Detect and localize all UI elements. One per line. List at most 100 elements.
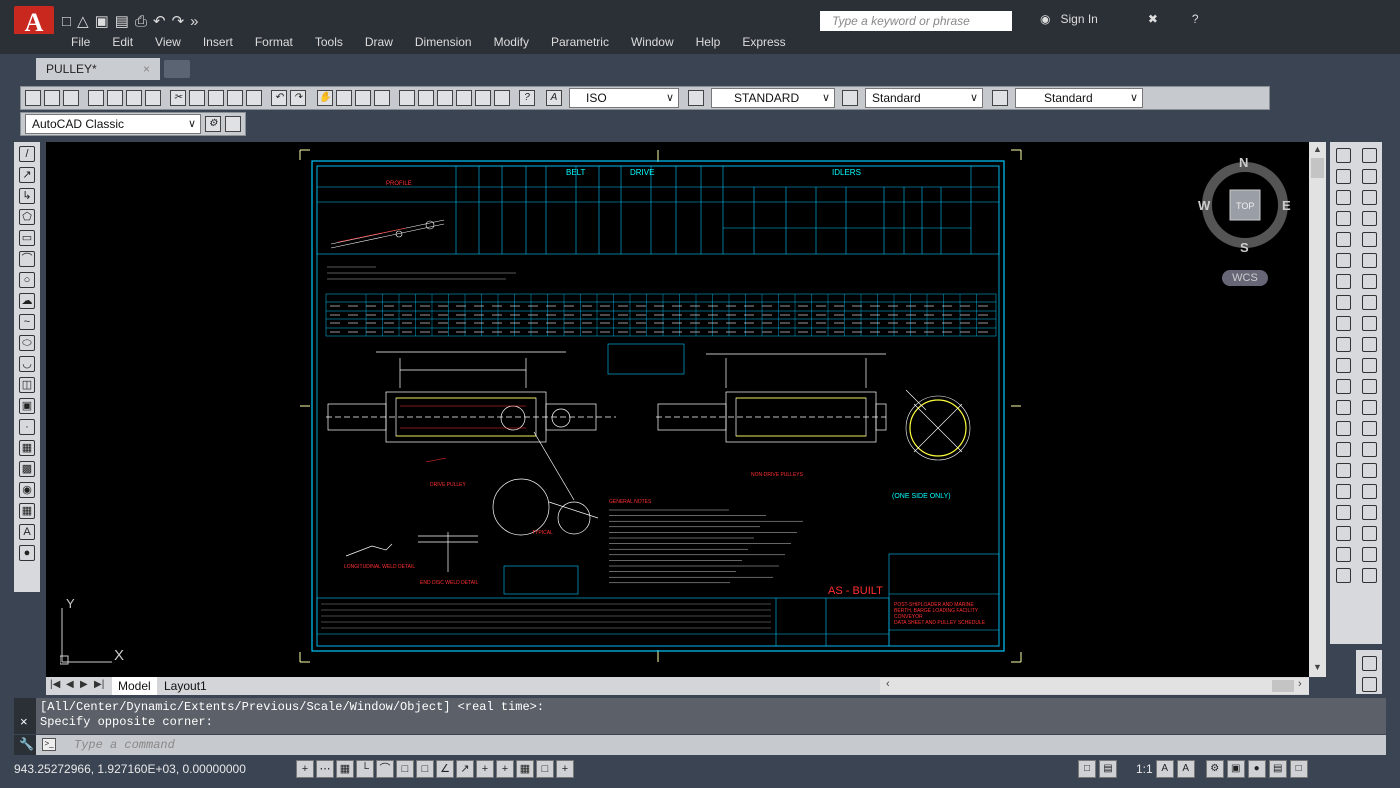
drawing-canvas[interactable]: BELT DRIVE IDLERS PROFILE DRIVE PULLEY T…	[46, 142, 1309, 677]
save-as-icon[interactable]: ▤	[115, 12, 129, 30]
tab-nav-prev-icon[interactable]: ◀	[66, 679, 74, 690]
point-icon[interactable]: ·	[19, 419, 35, 435]
chamfer-icon[interactable]	[1361, 442, 1377, 457]
scroll-up-icon[interactable]: ▲	[1311, 144, 1324, 156]
break-icon[interactable]	[1361, 400, 1377, 415]
table-style-select[interactable]: Standard	[865, 88, 983, 108]
vertical-scroll-thumb[interactable]	[1311, 158, 1324, 178]
open-icon[interactable]: △	[77, 12, 89, 30]
command-window-grip[interactable]: ×	[14, 698, 36, 734]
blend-icon[interactable]	[1361, 484, 1377, 499]
properties-icon[interactable]	[399, 90, 415, 106]
match-properties-icon[interactable]	[227, 90, 243, 106]
array-icon[interactable]	[1361, 232, 1377, 247]
3d-osnap-icon[interactable]: □	[416, 760, 434, 778]
design-center-icon[interactable]	[418, 90, 434, 106]
ellipse-icon[interactable]: ⬭	[19, 335, 35, 351]
zoom-previous-icon[interactable]	[374, 90, 390, 106]
revision-cloud-icon[interactable]: ☁	[19, 293, 35, 309]
redo-icon[interactable]: ↷	[172, 12, 185, 30]
coordinates-readout[interactable]: 943.25272966, 1.927160E+03, 0.00000000	[14, 762, 246, 776]
dynamic-input-icon[interactable]: +	[476, 760, 494, 778]
auto-scale-icon[interactable]: A	[1176, 760, 1195, 778]
compass-east[interactable]: E	[1282, 198, 1291, 213]
copy-object-icon[interactable]	[1361, 169, 1377, 184]
gradient-icon[interactable]: ▩	[19, 461, 35, 477]
menu-window[interactable]: Window	[620, 34, 685, 54]
dim-space-icon[interactable]	[1335, 379, 1351, 394]
binoculars-icon[interactable]: ◉	[1040, 12, 1050, 26]
table-icon[interactable]: ▦	[19, 503, 35, 519]
line-icon[interactable]: /	[19, 146, 35, 162]
workspace-switch-icon[interactable]: ⚙	[1205, 760, 1224, 778]
baseline-icon[interactable]	[1335, 337, 1351, 352]
redo-icon[interactable]: ↷	[290, 90, 306, 106]
menu-parametric[interactable]: Parametric	[540, 34, 620, 54]
exchange-icon[interactable]: ✖	[1148, 12, 1158, 26]
ortho-mode-icon[interactable]: └	[356, 760, 374, 778]
3d-print-icon[interactable]	[145, 90, 161, 106]
menu-dimension[interactable]: Dimension	[404, 34, 483, 54]
angular-icon[interactable]	[1335, 295, 1351, 310]
circle-icon[interactable]: ○	[19, 272, 35, 288]
dim-style-icon[interactable]	[688, 90, 704, 106]
menu-draw[interactable]: Draw	[354, 34, 404, 54]
jogged-linear-icon[interactable]	[1335, 484, 1351, 499]
help-icon[interactable]: ?	[519, 90, 535, 106]
pan-icon[interactable]: ✋	[317, 90, 333, 106]
dim-text-edit-icon[interactable]	[1335, 526, 1351, 541]
horizontal-scrollbar[interactable]: ‹ ›	[880, 678, 1309, 694]
make-block-icon[interactable]: ▣	[19, 398, 35, 414]
object-snap-icon[interactable]: □	[396, 760, 414, 778]
cut-icon[interactable]: ✂	[170, 90, 186, 106]
lock-ui-icon[interactable]: ▣	[1226, 760, 1245, 778]
command-input[interactable]: Type a command	[74, 738, 175, 752]
ordinate-icon[interactable]	[1335, 211, 1351, 226]
polygon-icon[interactable]: ⬠	[19, 209, 35, 225]
signin-link[interactable]: Sign In	[1060, 12, 1097, 26]
compass-north[interactable]: N	[1239, 155, 1248, 170]
model-space-icon[interactable]: □	[1078, 760, 1096, 778]
scale-icon[interactable]	[1361, 295, 1377, 310]
menu-edit[interactable]: Edit	[101, 34, 144, 54]
dynamic-ucs-icon[interactable]: ↗	[456, 760, 474, 778]
construction-line-icon[interactable]: ↗	[19, 167, 35, 183]
calculator-icon[interactable]	[494, 90, 510, 106]
zoom-realtime-icon[interactable]	[336, 90, 352, 106]
workspace-select[interactable]: AutoCAD Classic	[25, 114, 201, 134]
help-icon[interactable]: ?	[1192, 12, 1199, 26]
diameter-icon[interactable]	[1335, 274, 1351, 289]
tab-nav-next-icon[interactable]: ▶	[80, 679, 88, 690]
multiline-text-icon[interactable]: A	[19, 524, 35, 540]
preview-icon[interactable]	[107, 90, 123, 106]
plot-icon[interactable]	[88, 90, 104, 106]
quick-dim-icon[interactable]	[1335, 316, 1351, 331]
insert-block-icon[interactable]: ◫	[19, 377, 35, 393]
selection-cycling-icon[interactable]: □	[536, 760, 554, 778]
move-icon[interactable]	[1361, 253, 1377, 268]
hardware-accel-icon[interactable]: ●	[1247, 760, 1266, 778]
annotation-visibility-icon[interactable]: A	[1155, 760, 1174, 778]
hatch-icon[interactable]: ▦	[19, 440, 35, 456]
ucs-menu[interactable]: WCS	[1222, 270, 1268, 286]
radius-icon[interactable]	[1335, 232, 1351, 247]
clean-screen-icon[interactable]: □	[1289, 760, 1308, 778]
infer-constraints-icon[interactable]: +	[296, 760, 314, 778]
arc-length-icon[interactable]	[1335, 190, 1351, 205]
viewcube[interactable]: TOP N S E W	[1198, 155, 1292, 255]
mleader-style-select[interactable]: Standard	[1015, 88, 1143, 108]
menu-file[interactable]: File	[60, 34, 101, 54]
lineweight-icon[interactable]: +	[496, 760, 514, 778]
horizontal-scroll-thumb[interactable]	[1272, 680, 1294, 692]
jogged-icon[interactable]	[1335, 253, 1351, 268]
compass-west[interactable]: W	[1198, 198, 1211, 213]
rotate-icon[interactable]	[1361, 274, 1377, 289]
vertical-scrollbar[interactable]: ▲ ▼	[1309, 142, 1326, 677]
stretch-icon[interactable]	[1361, 316, 1377, 331]
menu-help[interactable]: Help	[685, 34, 732, 54]
zoom-icon[interactable]	[1361, 656, 1377, 671]
zoom-extents-icon[interactable]	[1361, 677, 1377, 692]
quick-view-layouts-icon[interactable]: ▤	[1099, 760, 1117, 778]
more-icon[interactable]: »	[190, 13, 198, 30]
isolate-objects-icon[interactable]: ▤	[1268, 760, 1287, 778]
